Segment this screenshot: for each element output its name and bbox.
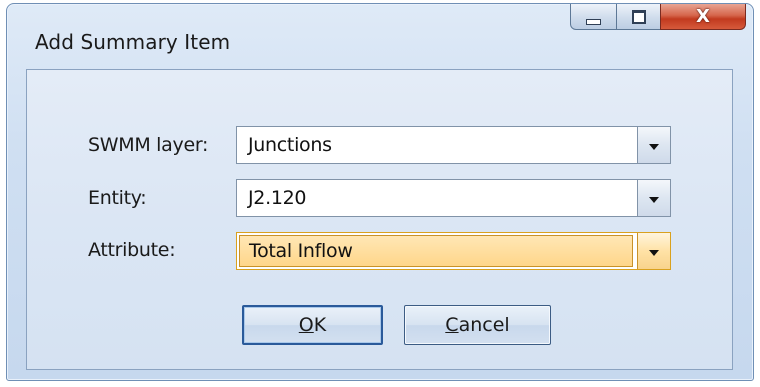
entity-select[interactable]: J2.120 [236, 179, 671, 217]
ok-button[interactable]: OK [242, 305, 383, 345]
ok-button-accel: O [298, 314, 314, 336]
minimize-button[interactable] [570, 4, 617, 30]
window-title: Add Summary Item [35, 30, 231, 54]
ok-button-label-rest: K [313, 314, 327, 336]
minimize-icon [586, 18, 601, 25]
close-button[interactable]: X [660, 4, 746, 30]
maximize-icon [631, 9, 646, 24]
entity-dropdown-button[interactable] [637, 180, 670, 216]
cancel-button[interactable]: Cancel [404, 305, 551, 345]
swmm-layer-label: SWMM layer: [88, 134, 209, 156]
entity-value: J2.120 [248, 187, 307, 209]
attribute-select[interactable]: Total Inflow [236, 232, 671, 270]
entity-label: Entity: [88, 187, 147, 209]
swmm-layer-dropdown-button[interactable] [637, 127, 670, 163]
dropdown-arrow-icon [649, 196, 659, 203]
dialog-window: Add Summary Item X SWMM layer: Junctions… [6, 3, 754, 381]
dropdown-arrow-icon [649, 249, 659, 256]
dialog-body: SWMM layer: Junctions Entity: J2.120 Att… [26, 69, 733, 370]
attribute-value: Total Inflow [249, 240, 353, 262]
cancel-button-label-rest: ancel [458, 314, 510, 336]
dropdown-arrow-icon [649, 143, 659, 150]
maximize-button[interactable] [616, 4, 661, 30]
swmm-layer-select[interactable]: Junctions [236, 126, 671, 164]
cancel-button-accel: C [445, 314, 459, 336]
close-icon: X [696, 5, 710, 27]
swmm-layer-value: Junctions [248, 134, 332, 156]
attribute-label: Attribute: [88, 239, 176, 261]
attribute-dropdown-button[interactable] [637, 233, 670, 269]
